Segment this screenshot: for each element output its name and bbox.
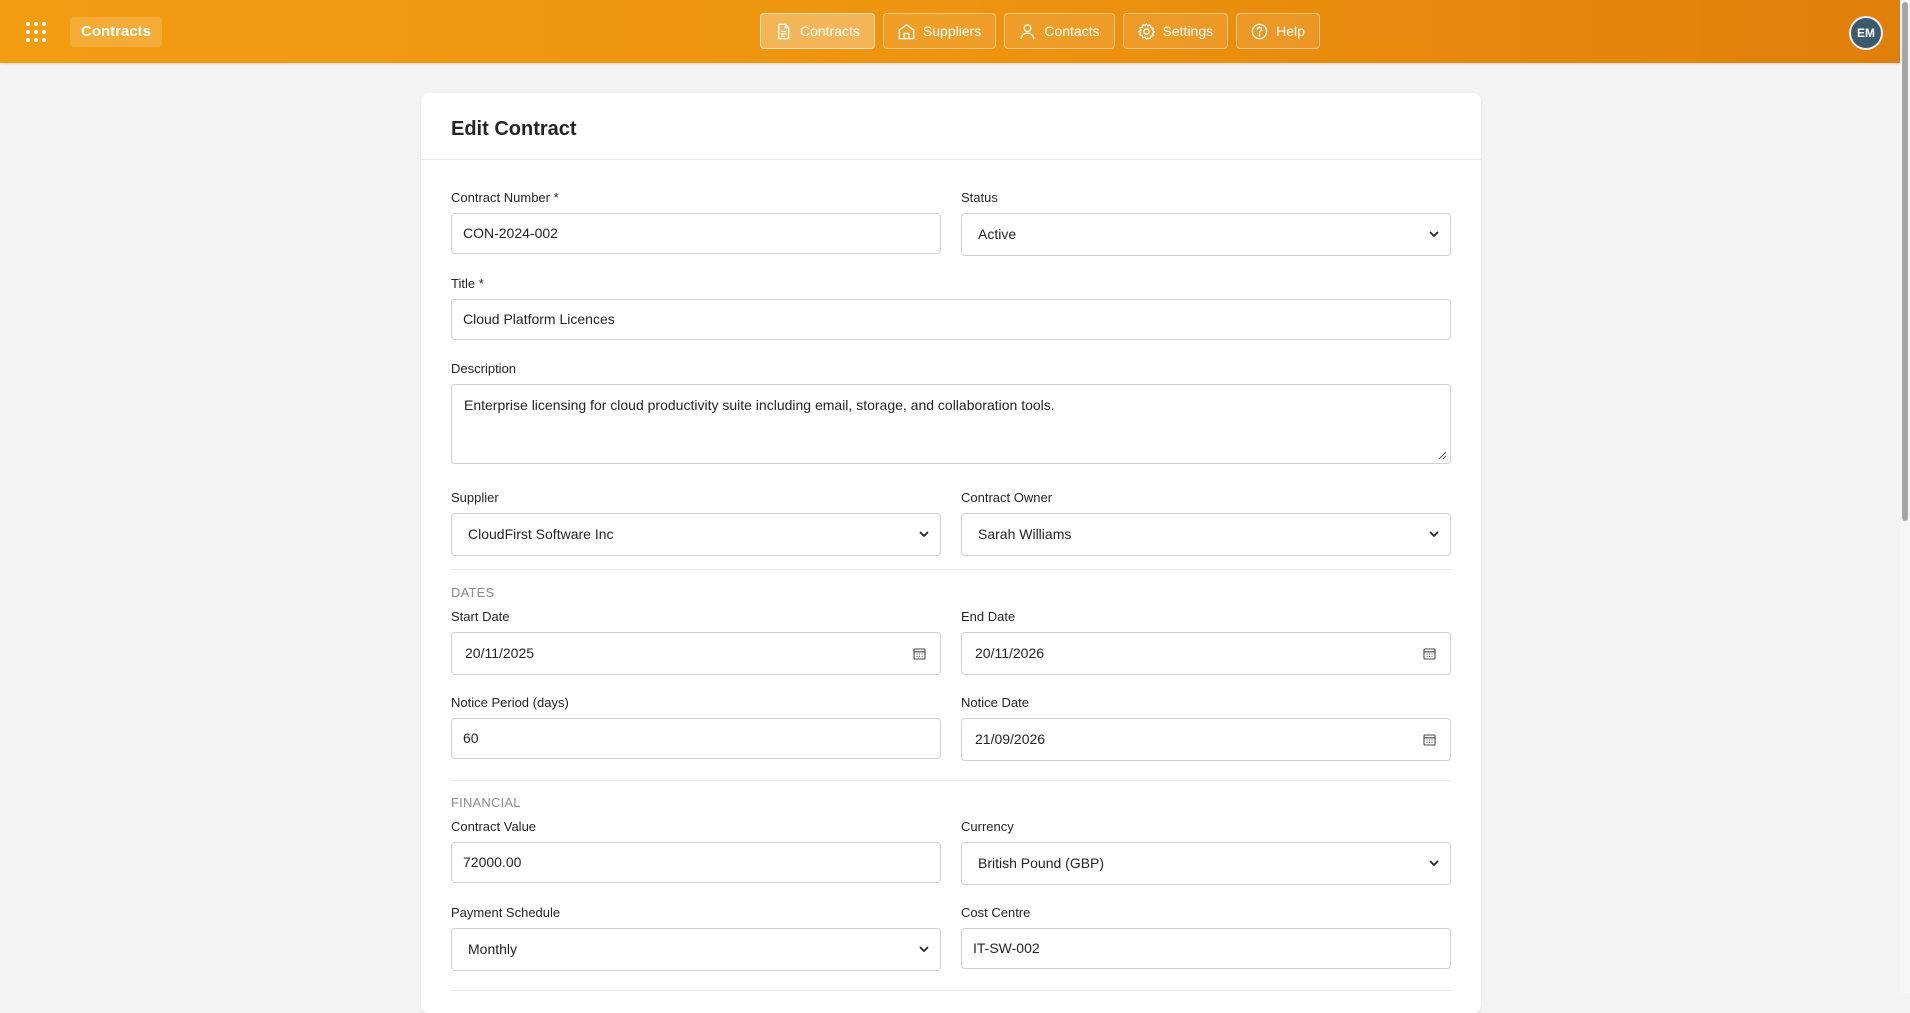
divider [451, 990, 1451, 991]
document-icon [778, 23, 790, 39]
currency-label: Currency [961, 819, 1014, 834]
cost-centre-input[interactable]: IT-SW-002 [961, 928, 1451, 969]
chevron-down-icon [919, 531, 929, 537]
contract-number-label: Contract Number * [451, 190, 559, 205]
calendar-icon[interactable] [1423, 733, 1436, 746]
nav-label: Contacts [1044, 23, 1100, 39]
nav-help[interactable]: Help [1236, 13, 1320, 49]
currency-select[interactable]: British Pound (GBP) [961, 842, 1451, 885]
app-launcher-icon[interactable] [26, 22, 46, 42]
start-date-value: 20/11/2025 [465, 645, 535, 661]
scrollbar-thumb[interactable] [1902, 2, 1908, 521]
notice-date-label: Notice Date [961, 695, 1029, 710]
nav-label: Contracts [800, 23, 860, 39]
title-label: Title * [451, 276, 484, 291]
calendar-icon[interactable] [1423, 647, 1436, 660]
contract-form: Contract Number * CON-2024-002 Status Ac… [451, 190, 1451, 991]
contract-value-input[interactable]: 72000.00 [451, 842, 941, 883]
page-title: Edit Contract [451, 118, 577, 140]
notice-date-value: 21/09/2026 [975, 731, 1046, 747]
nav-contracts[interactable]: Contracts [760, 13, 875, 49]
start-date-input[interactable]: 20/11/2025 [451, 632, 941, 675]
description-label: Description [451, 361, 517, 376]
status-select[interactable]: Active [961, 213, 1451, 256]
payment-schedule-label: Payment Schedule [451, 905, 561, 920]
divider [451, 569, 1451, 570]
cost-centre-label: Cost Centre [961, 905, 1031, 920]
description-value: Enterprise licensing for cloud productiv… [464, 397, 1055, 413]
end-date-label: End Date [961, 609, 1016, 624]
nav-contacts[interactable]: Contacts [1004, 13, 1115, 49]
contract-owner-select[interactable]: Sarah Williams [961, 513, 1451, 556]
status-value: Active [978, 226, 1017, 242]
nav-suppliers[interactable]: Suppliers [882, 13, 997, 49]
nav-label: Settings [1162, 23, 1214, 39]
contract-number-input[interactable]: CON-2024-002 [451, 213, 941, 254]
chevron-down-icon [919, 946, 929, 952]
notice-date-input[interactable]: 21/09/2026 [961, 718, 1451, 761]
supplier-select[interactable]: CloudFirst Software Inc [451, 513, 941, 556]
payment-schedule-value: Monthly [468, 941, 518, 957]
status-label: Status [961, 190, 998, 205]
gear-icon [1137, 22, 1155, 40]
user-avatar[interactable]: EM [1849, 16, 1883, 50]
notice-period-label: Notice Period (days) [451, 695, 569, 710]
main-nav: Contracts Suppliers Contacts Settings He… [760, 13, 1320, 49]
building-icon [898, 23, 915, 39]
nav-label: Suppliers [922, 23, 982, 39]
nav-label: Help [1276, 23, 1305, 39]
chevron-down-icon [1429, 531, 1439, 537]
nav-settings[interactable]: Settings [1122, 13, 1229, 49]
top-bar: Contracts Contracts Suppliers Contacts S… [0, 0, 1900, 63]
payment-schedule-select[interactable]: Monthly [451, 928, 941, 971]
start-date-label: Start Date [451, 609, 510, 624]
question-icon [1251, 23, 1268, 39]
dates-section-title: DATES [451, 585, 495, 600]
contract-value-label: Contract Value [451, 819, 537, 834]
card-header: Edit Contract [421, 93, 1481, 160]
supplier-label: Supplier [451, 490, 499, 505]
notice-period-input[interactable]: 60 [451, 718, 941, 759]
end-date-value: 20/11/2026 [975, 645, 1045, 661]
contract-owner-value: Sarah Williams [978, 526, 1072, 542]
chevron-down-icon [1429, 860, 1439, 866]
currency-value: British Pound (GBP) [978, 855, 1105, 871]
person-icon [1020, 23, 1035, 39]
app-name[interactable]: Contracts [70, 17, 163, 47]
description-textarea[interactable]: Enterprise licensing for cloud productiv… [451, 384, 1451, 464]
calendar-icon[interactable] [913, 647, 926, 660]
financial-section-title: FINANCIAL [451, 795, 521, 810]
supplier-value: CloudFirst Software Inc [468, 526, 614, 542]
resize-grip-icon[interactable] [1438, 451, 1447, 460]
chevron-down-icon [1429, 231, 1439, 237]
contract-owner-label: Contract Owner [961, 490, 1053, 505]
end-date-input[interactable]: 20/11/2026 [961, 632, 1451, 675]
title-input[interactable]: Cloud Platform Licences [451, 299, 1451, 340]
divider [451, 780, 1451, 781]
edit-contract-card: Edit Contract Contract Number * CON-2024… [421, 93, 1481, 1013]
